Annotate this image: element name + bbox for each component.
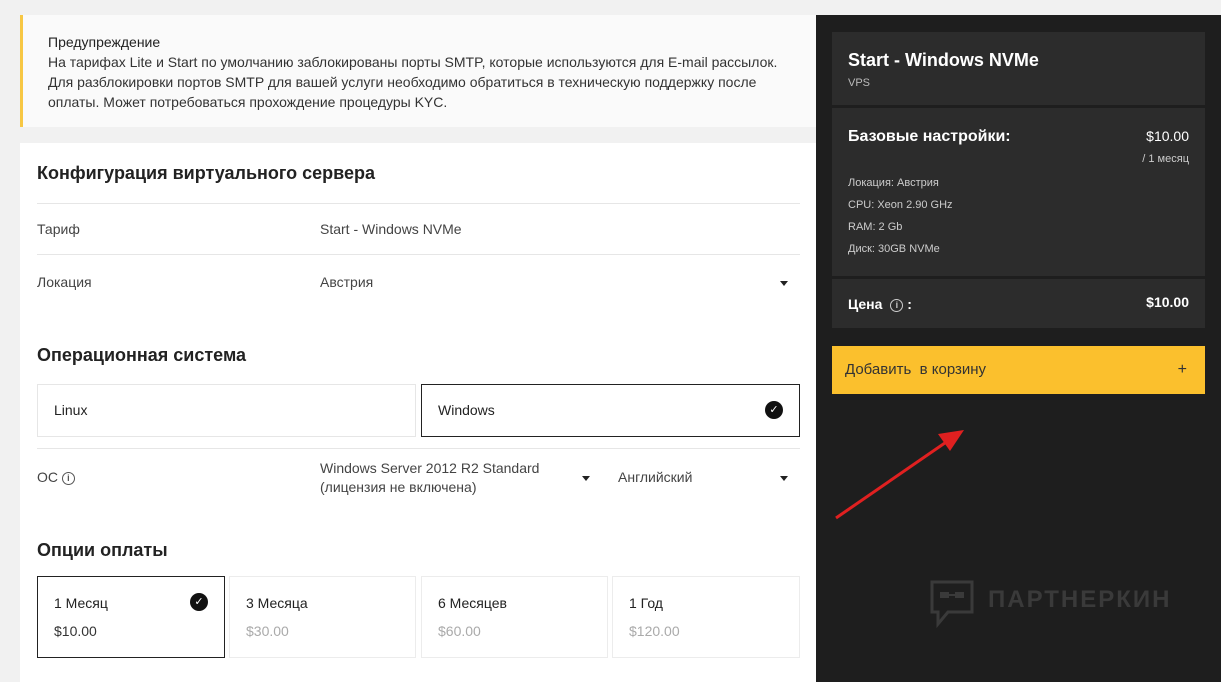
os-section-title: Операционная система: [37, 345, 247, 365]
os-label-wrap: ОС i: [37, 469, 75, 485]
add-to-cart-label: Добавить в корзину: [845, 361, 987, 378]
os-option-windows[interactable]: Windows ✓: [421, 384, 800, 437]
summary-product-type: VPS: [848, 77, 871, 89]
watermark: ПАРТНЕРКИН: [928, 578, 1188, 633]
watermark-logo-icon: [930, 580, 974, 629]
base-price: $10.00: [1146, 128, 1189, 144]
location-label: Локация: [37, 274, 92, 290]
location-row[interactable]: Локация Австрия: [37, 254, 800, 309]
os-version-select[interactable]: Windows Server 2012 R2 Standard (лицензи…: [320, 459, 539, 497]
payment-option-label: 1 Год: [629, 595, 663, 611]
payment-option-label: 3 Месяца: [246, 595, 308, 611]
check-circle-icon: ✓: [190, 593, 208, 611]
payment-option-6-months[interactable]: 6 Месяцев $60.00: [421, 576, 608, 658]
warning-text: На тарифах Lite и Start по умолчанию заб…: [48, 54, 778, 110]
tariff-label: Тариф: [37, 221, 80, 237]
spec-location: Локация: Австрия: [848, 177, 939, 189]
arrow-shaft: [835, 434, 956, 520]
caret-down-icon[interactable]: [780, 281, 788, 286]
payment-option-1-year[interactable]: 1 Год $120.00: [612, 576, 800, 658]
os-option-label: Windows: [438, 402, 495, 418]
price-label: Цена: [848, 296, 883, 312]
caret-down-icon[interactable]: [780, 476, 788, 481]
os-option-label: Linux: [54, 402, 88, 418]
price-label-wrap: Цена i :: [848, 296, 912, 312]
os-version-line1: Windows Server 2012 R2 Standard: [320, 460, 540, 476]
payment-option-1-month[interactable]: 1 Месяц $10.00 ✓: [37, 576, 225, 658]
spec-cpu: CPU: Xeon 2.90 GHz: [848, 199, 953, 211]
os-label: ОС: [37, 469, 58, 485]
red-arrow-annotation: [835, 430, 964, 520]
payment-option-price: $60.00: [438, 623, 481, 639]
arrow-head: [938, 430, 964, 451]
os-version-line2: (лицензия не включена): [320, 479, 477, 495]
plus-icon: +: [1177, 361, 1187, 378]
main-column: Предупреждение На тарифах Lite и Start п…: [20, 0, 816, 682]
spec-disk: Диск: 30GB NVMe: [848, 243, 940, 255]
payment-option-price: $120.00: [629, 623, 680, 639]
add-to-cart-button[interactable]: Добавить в корзину +: [832, 346, 1205, 394]
language-select[interactable]: Английский: [618, 469, 692, 485]
config-title: Конфигурация виртуального сервера: [37, 163, 376, 183]
info-icon[interactable]: i: [61, 471, 75, 485]
os-option-linux[interactable]: Linux: [37, 384, 416, 437]
base-period: / 1 месяц: [1142, 153, 1189, 165]
caret-down-icon[interactable]: [582, 476, 590, 481]
watermark-text: ПАРТНЕРКИН: [988, 586, 1172, 613]
warning-title: Предупреждение: [48, 34, 161, 50]
price-colon: :: [907, 296, 912, 312]
payment-option-price: $10.00: [54, 623, 97, 639]
config-card: Конфигурация виртуального сервера Тариф …: [20, 143, 816, 682]
tariff-row: Тариф Start - Windows NVMe: [37, 203, 800, 254]
location-select[interactable]: Австрия: [320, 274, 373, 290]
payment-option-price: $30.00: [246, 623, 289, 639]
payment-option-3-months[interactable]: 3 Месяца $30.00: [229, 576, 416, 658]
tariff-value: Start - Windows NVMe: [320, 221, 462, 237]
check-circle-icon: ✓: [765, 401, 783, 419]
price-value: $10.00: [1146, 294, 1189, 310]
smtp-warning: Предупреждение На тарифах Lite и Start п…: [20, 15, 816, 127]
summary-price: Цена i : $10.00: [832, 279, 1205, 328]
summary-product-title: Start - Windows NVMe: [848, 50, 1039, 70]
base-settings-title: Базовые настройки:: [848, 128, 1011, 145]
summary-header: Start - Windows NVMe VPS: [832, 32, 1205, 105]
os-version-row: ОС i Windows Server 2012 R2 Standard (ли…: [37, 448, 800, 510]
info-icon[interactable]: i: [890, 298, 904, 312]
payment-option-label: 6 Месяцев: [438, 595, 507, 611]
payment-title: Опции оплаты: [37, 540, 168, 560]
summary-base-settings: Базовые настройки: $10.00 / 1 месяц Лока…: [832, 108, 1205, 276]
spec-ram: RAM: 2 Gb: [848, 221, 903, 233]
